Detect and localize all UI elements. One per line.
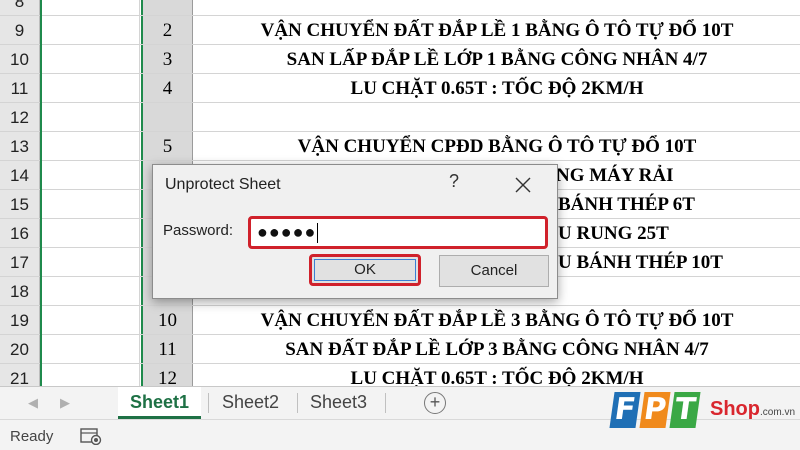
tab-sheet3[interactable]: Sheet3 [298, 387, 379, 419]
cell-stt[interactable]: 3 [141, 45, 193, 73]
selection-border [40, 0, 42, 386]
table-row[interactable]: 8 [0, 0, 800, 16]
ok-label: OK [354, 261, 376, 278]
row-header[interactable]: 17 [0, 248, 40, 276]
cell[interactable] [40, 16, 140, 44]
row-header[interactable]: 19 [0, 306, 40, 334]
add-sheet-icon[interactable]: + [424, 392, 446, 414]
logo-tile-t: T [669, 392, 701, 428]
cell-stt[interactable] [141, 103, 193, 131]
row-header[interactable]: 14 [0, 161, 40, 189]
cancel-button[interactable]: Cancel [439, 255, 549, 287]
cell[interactable] [40, 74, 140, 102]
cell[interactable] [40, 161, 140, 189]
cell[interactable] [40, 45, 140, 73]
row-header[interactable]: 8 [0, 0, 40, 15]
cell-description[interactable]: VẬN CHUYỂN ĐẤT ĐẮP LỀ 3 BẰNG Ô TÔ TỰ ĐỔ … [194, 306, 800, 334]
cell-description[interactable]: VẬN CHUYỂN ĐẤT ĐẮP LỀ 1 BẰNG Ô TÔ TỰ ĐỔ … [194, 16, 800, 44]
password-label: Password: [163, 222, 234, 239]
cell[interactable] [40, 335, 140, 363]
cell-stt[interactable]: 5 [141, 132, 193, 160]
table-row[interactable]: 10 3 SAN LẤP ĐẮP LỀ LỚP 1 BẰNG CÔNG NHÂN… [0, 45, 800, 74]
row-header[interactable]: 18 [0, 277, 40, 305]
row-header[interactable]: 11 [0, 74, 40, 102]
scroll-left-icon[interactable]: ◀ [28, 395, 38, 411]
cell-stt[interactable]: 11 [141, 335, 193, 363]
password-field[interactable]: ●●●●● [248, 216, 548, 249]
tab-divider [385, 393, 386, 413]
row-header[interactable]: 13 [0, 132, 40, 160]
cell[interactable] [40, 219, 140, 247]
tab-divider [208, 393, 209, 413]
table-row[interactable]: 21 12 LU CHẶT 0.65T : TỐC ĐỘ 2KM/H [0, 364, 800, 386]
cell[interactable] [40, 0, 140, 15]
row-header[interactable]: 15 [0, 190, 40, 218]
help-icon[interactable]: ? [445, 171, 463, 192]
row-header[interactable]: 12 [0, 103, 40, 131]
dialog-title: Unprotect Sheet [165, 176, 281, 193]
table-row[interactable]: 9 2 VẬN CHUYỂN ĐẤT ĐẮP LỀ 1 BẰNG Ô TÔ TỰ… [0, 16, 800, 45]
text-caret [317, 223, 319, 244]
cell[interactable] [40, 277, 140, 305]
unprotect-sheet-dialog: Unprotect Sheet ? Password: ●●●●● OK Can… [152, 164, 558, 299]
cell-stt[interactable]: 12 [141, 364, 193, 386]
close-icon[interactable] [507, 170, 539, 200]
cell[interactable] [40, 306, 140, 334]
table-row[interactable]: 12 [0, 103, 800, 132]
scroll-right-icon[interactable]: ▶ [60, 395, 70, 411]
cell[interactable] [40, 190, 140, 218]
row-header[interactable]: 20 [0, 335, 40, 363]
cell[interactable] [40, 248, 140, 276]
password-value: ●●●●● [257, 222, 317, 242]
tab-sheet1[interactable]: Sheet1 [118, 387, 202, 419]
macro-record-icon[interactable] [80, 427, 102, 445]
row-header[interactable]: 21 [0, 364, 40, 386]
row-header[interactable]: 16 [0, 219, 40, 247]
cell-description[interactable]: SAN LẤP ĐẮP LỀ LỚP 1 BẰNG CÔNG NHÂN 4/7 [194, 45, 800, 73]
cell[interactable] [40, 132, 140, 160]
status-ready: Ready [10, 428, 54, 445]
cell[interactable] [40, 103, 140, 131]
fpt-shop-logo: F P T Shop.com.vn [609, 388, 796, 438]
cell-description[interactable] [194, 0, 800, 15]
cell-stt[interactable]: 4 [141, 74, 193, 102]
cell-stt[interactable]: 2 [141, 16, 193, 44]
tab-sheet2[interactable]: Sheet2 [210, 387, 291, 419]
cell-stt[interactable]: 10 [141, 306, 193, 334]
table-row[interactable]: 11 4 LU CHẶT 0.65T : TỐC ĐỘ 2KM/H [0, 74, 800, 103]
logo-tile-f: F [609, 392, 641, 428]
cell-description[interactable]: LU CHẶT 0.65T : TỐC ĐỘ 2KM/H [194, 74, 800, 102]
cell-description[interactable] [194, 103, 800, 131]
logo-tile-p: P [639, 392, 671, 428]
logo-shop-text: Shop.com.vn [710, 398, 796, 420]
ok-button[interactable]: OK [309, 254, 421, 286]
table-row[interactable]: 19 10 VẬN CHUYỂN ĐẤT ĐẮP LỀ 3 BẰNG Ô TÔ … [0, 306, 800, 335]
cell-description[interactable]: VẬN CHUYỂN CPĐD BẰNG Ô TÔ TỰ ĐỔ 10T [194, 132, 800, 160]
cell[interactable] [40, 364, 140, 386]
table-row[interactable]: 13 5 VẬN CHUYỂN CPĐD BẰNG Ô TÔ TỰ ĐỔ 10T [0, 132, 800, 161]
row-header[interactable]: 10 [0, 45, 40, 73]
row-header[interactable]: 9 [0, 16, 40, 44]
cell-description[interactable]: LU CHẶT 0.65T : TỐC ĐỘ 2KM/H [194, 364, 800, 386]
table-row[interactable]: 20 11 SAN ĐẤT ĐẮP LỀ LỚP 3 BẰNG CÔNG NHÂ… [0, 335, 800, 364]
cell-stt[interactable] [141, 0, 193, 15]
cell-description[interactable]: SAN ĐẤT ĐẮP LỀ LỚP 3 BẰNG CÔNG NHÂN 4/7 [194, 335, 800, 363]
